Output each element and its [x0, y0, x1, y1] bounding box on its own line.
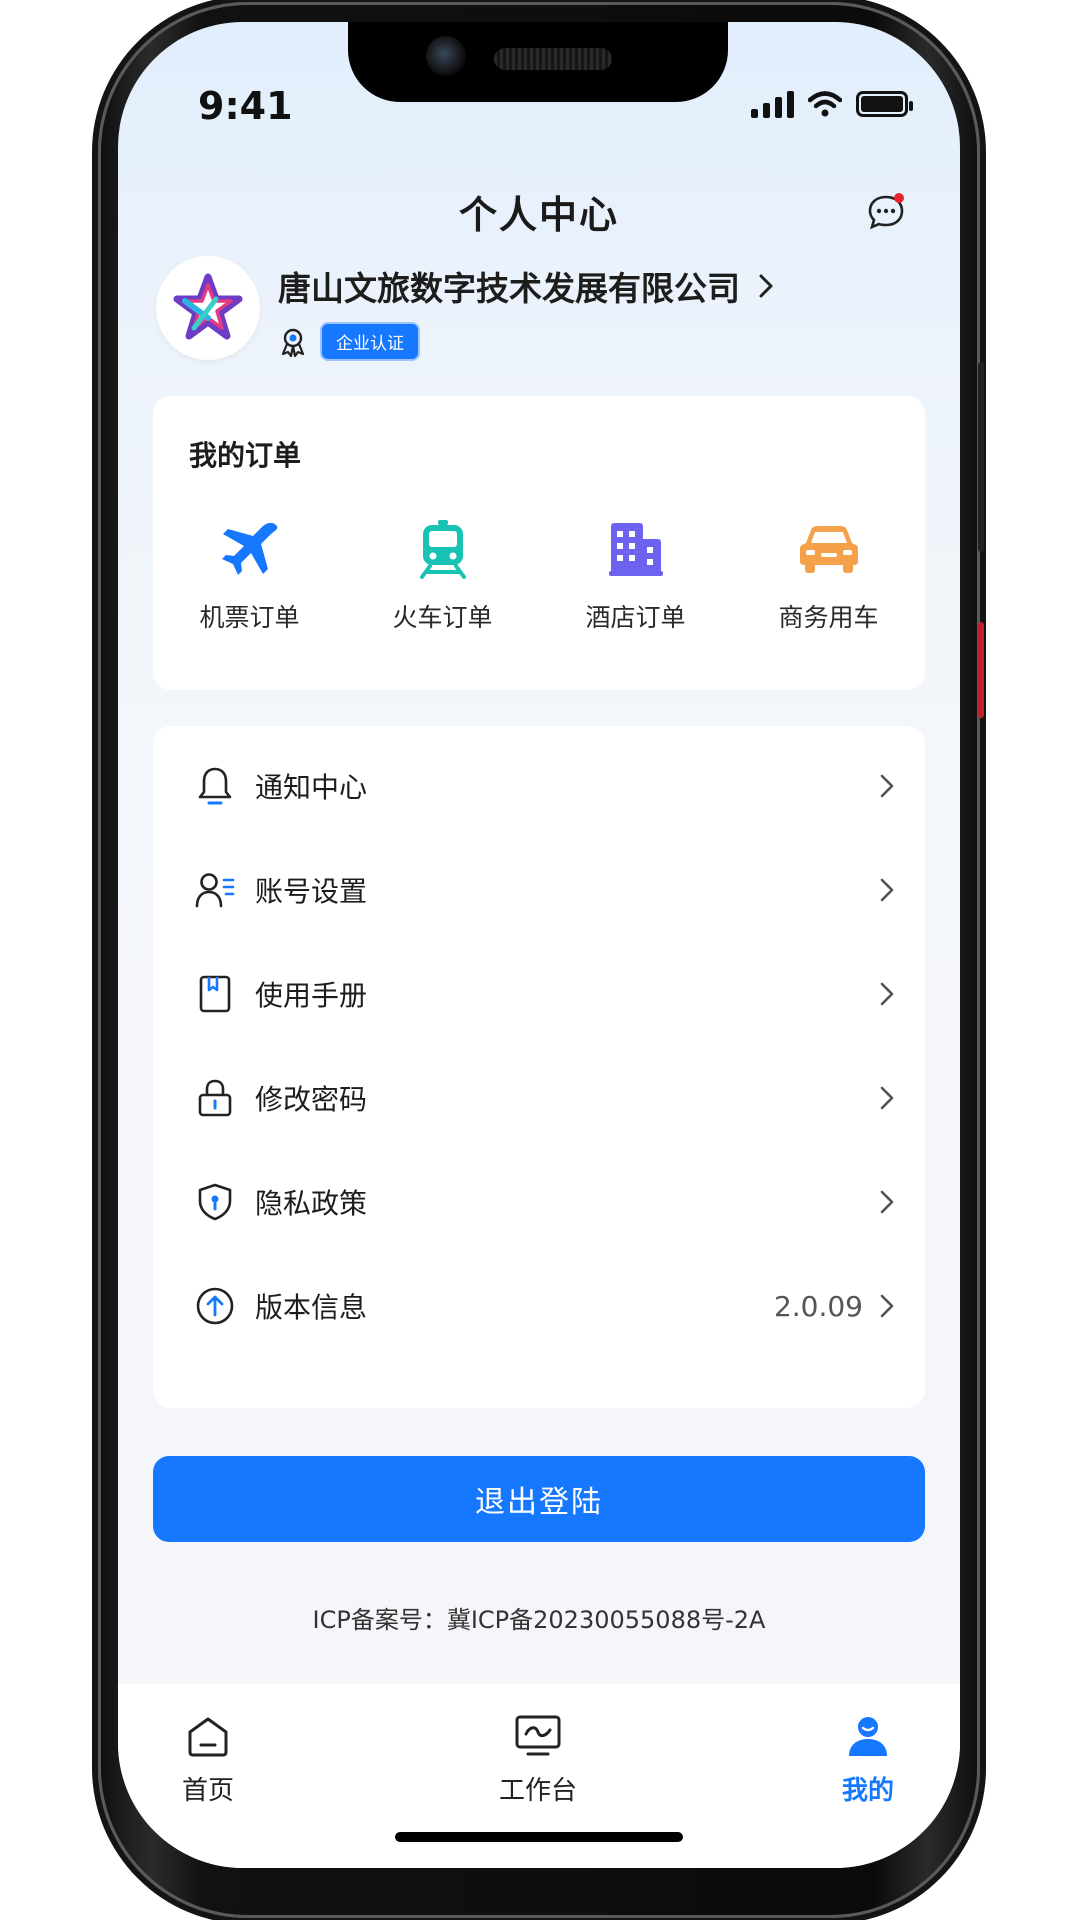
home-indicator[interactable] [395, 1832, 683, 1842]
tab-label: 工作台 [498, 1776, 577, 1806]
phone-frame: 9:41 个人中心 唐山文旅数字技术发展有限公司 企业认证 我的订单 机票订单 … [98, 2, 984, 1918]
chat-bubble-icon[interactable] [866, 192, 906, 232]
tab-home[interactable]: 首页 [138, 1714, 278, 1807]
my-orders-card: 我的订单 机票订单 火车订单 酒店订单 商务用车 [153, 396, 925, 690]
menu-item-version-info[interactable]: 版本信息 2.0.09 [153, 1254, 925, 1358]
front-camera [426, 36, 466, 76]
menu-label: 隐私政策 [255, 1187, 368, 1220]
tab-label: 我的 [841, 1776, 894, 1806]
chevron-right-icon [880, 878, 894, 902]
notch [348, 22, 728, 102]
home-icon [188, 1717, 228, 1757]
upload-circle-icon [196, 1287, 234, 1325]
menu-label: 修改密码 [255, 1083, 368, 1116]
tab-profile[interactable]: 我的 [798, 1714, 938, 1807]
version-number: 2.0.09 [773, 1289, 863, 1323]
company-name-link[interactable]: 唐山文旅数字技术发展有限公司 [278, 262, 774, 310]
battery-icon [856, 91, 913, 117]
bell-icon [198, 767, 232, 805]
hotel-icon [608, 523, 663, 576]
user-settings-icon [195, 873, 235, 908]
profile-icon [849, 1717, 887, 1756]
order-label: 商务用车 [778, 603, 879, 632]
order-label: 酒店订单 [585, 603, 686, 632]
company-name: 唐山文旅数字技术发展有限公司 [278, 269, 740, 308]
cellular-signal-icon [751, 90, 794, 118]
icp-license-text: ICP备案号：冀ICP备20230055088号-2A [312, 1606, 766, 1634]
logout-button[interactable]: 退出登陆 [153, 1456, 925, 1542]
avatar[interactable] [156, 256, 260, 360]
menu-item-privacy-policy[interactable]: 隐私政策 [153, 1150, 925, 1254]
enterprise-cert-badge: 企业认证 [320, 322, 420, 361]
train-icon [419, 520, 466, 579]
car-icon [799, 526, 858, 573]
earpiece-speaker [494, 48, 612, 70]
order-item-train[interactable]: 火车订单 [346, 518, 539, 634]
company-logo-icon [173, 273, 243, 340]
order-item-car[interactable]: 商务用车 [732, 518, 925, 634]
side-button [978, 362, 984, 552]
menu-label: 账号设置 [255, 875, 368, 908]
shield-icon [198, 1183, 232, 1221]
menu-item-user-manual[interactable]: 使用手册 [153, 942, 925, 1046]
order-item-hotel[interactable]: 酒店订单 [539, 518, 732, 634]
certification-row: 企业认证 [278, 322, 420, 361]
side-button-red [978, 622, 984, 718]
status-icons [751, 90, 913, 118]
page-title: 个人中心 [458, 193, 619, 237]
menu-label: 通知中心 [255, 771, 368, 804]
settings-menu-card: 通知中心 账号设置 使用手册 修改密码 隐私政策 版本信息 2.0.09 [153, 726, 925, 1408]
workbench-icon [515, 1715, 561, 1756]
screen: 9:41 个人中心 唐山文旅数字技术发展有限公司 企业认证 我的订单 机票订单 … [118, 22, 960, 1868]
chevron-right-icon [880, 982, 894, 1006]
lock-icon [198, 1079, 232, 1117]
status-time: 9:41 [198, 84, 293, 128]
order-label: 火车订单 [392, 603, 493, 632]
orders-grid: 机票订单 火车订单 酒店订单 商务用车 [153, 518, 925, 634]
menu-item-account-settings[interactable]: 账号设置 [153, 838, 925, 942]
manual-book-icon [199, 975, 231, 1013]
menu-item-change-password[interactable]: 修改密码 [153, 1046, 925, 1150]
airplane-icon [221, 522, 277, 575]
chevron-right-icon [880, 1086, 894, 1110]
tab-label: 首页 [181, 1776, 234, 1806]
menu-label: 版本信息 [255, 1291, 368, 1324]
wifi-icon [808, 91, 842, 117]
chevron-right-icon [880, 1294, 894, 1318]
orders-title: 我的订单 [189, 439, 302, 472]
chevron-right-icon [880, 1190, 894, 1214]
award-ribbon-icon [281, 328, 305, 357]
tab-workbench[interactable]: 工作台 [468, 1714, 608, 1807]
order-label: 机票订单 [199, 603, 300, 632]
chevron-right-icon [759, 274, 773, 298]
chevron-right-icon [880, 774, 894, 798]
menu-label: 使用手册 [255, 979, 368, 1012]
order-item-flight[interactable]: 机票订单 [153, 518, 346, 634]
menu-item-notifications[interactable]: 通知中心 [153, 734, 925, 838]
